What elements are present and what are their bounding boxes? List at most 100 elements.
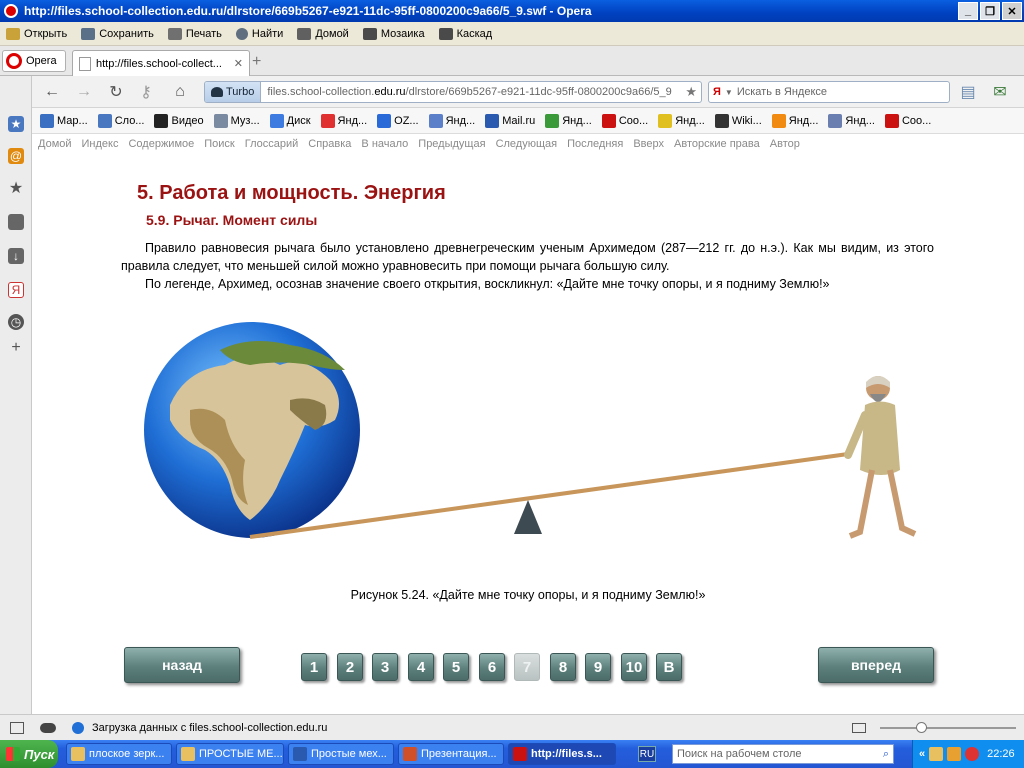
bookmark-item[interactable]: OZ... [377,113,419,128]
bookmark-favicon-icon [320,113,335,128]
taskbar-button[interactable]: http://files.s... [508,743,616,765]
mail-envelope-icon[interactable]: ✉ [990,82,1010,102]
bookmark-item[interactable]: Янд... [320,113,367,128]
add-panel-icon[interactable]: + [8,339,24,356]
page-button[interactable]: В [656,653,682,681]
opera-menu-button[interactable]: Opera [2,50,66,72]
view-icon[interactable] [852,722,866,733]
language-indicator[interactable]: RU [638,746,656,762]
page-button[interactable]: 8 [550,653,576,681]
content-nav-link[interactable]: Последняя [567,138,623,152]
search-engine-dropdown-icon[interactable]: ▼ [725,88,733,97]
open-button[interactable]: Открыть [6,27,67,40]
content-nav-link[interactable]: Содержимое [128,138,194,152]
content-nav-link[interactable]: Индекс [82,138,119,152]
downloads-icon[interactable]: ↓ [8,248,24,264]
content-nav-link[interactable]: Следующая [496,138,558,152]
tray-folder-icon[interactable] [929,747,944,761]
yandex-icon[interactable]: Я [8,282,24,298]
content-nav-link[interactable]: Домой [38,138,72,152]
panel-toggle-icon[interactable] [10,721,24,734]
bookmark-item[interactable]: Мар... [40,113,88,128]
tile-button[interactable]: Мозаика [362,27,425,40]
tab-active[interactable]: http://files.school-collect... ✕ [72,50,250,76]
page-button[interactable]: 3 [372,653,398,681]
content-nav-link[interactable]: В начало [361,138,408,152]
back-button[interactable]: назад [124,647,240,683]
taskbar-button[interactable]: плоское зерк... [66,743,172,765]
bookmark-item[interactable]: Соо... [884,113,931,128]
search-field[interactable]: Я ▼ Искать в Яндексе [708,81,950,103]
turbo-button[interactable]: Turbo [205,82,262,102]
content-nav-link[interactable]: Предыдущая [418,138,485,152]
cloud-icon[interactable] [40,722,56,733]
mail-icon[interactable]: @ [8,148,24,164]
address-field[interactable]: Turbo files.school-collection.edu.ru/dlr… [204,81,702,103]
page-button[interactable]: 7 [514,653,540,681]
back-arrow-icon[interactable]: ← [42,82,62,102]
forward-arrow-icon[interactable]: → [74,82,94,102]
desktop-search-field[interactable]: Поиск на рабочем столе ⌕ [672,744,894,764]
start-button[interactable]: Пуск [0,740,58,768]
taskbar-button[interactable]: Презентация... [398,743,504,765]
close-tab-icon[interactable]: ✕ [234,57,243,70]
bookmark-item[interactable]: Янд... [771,113,818,128]
bookmark-item[interactable]: Янд... [658,113,705,128]
close-button[interactable]: ✕ [1002,2,1022,20]
minimize-button[interactable]: _ [958,2,978,20]
bookmark-item[interactable]: Янд... [428,113,475,128]
bookmark-item[interactable]: Янд... [828,113,875,128]
taskbar-button[interactable]: ПРОСТЫЕ МЕ... [176,743,284,765]
url-text[interactable]: files.school-collection.edu.ru/dlrstore/… [261,86,671,98]
bookmark-item[interactable]: Муз... [213,113,260,128]
taskbar-button[interactable]: Простые мех... [288,743,394,765]
page-action-icon[interactable]: ▤ [958,82,978,102]
bookmark-item[interactable]: Диск [269,113,311,128]
forward-button[interactable]: вперед [818,647,934,683]
new-tab-button[interactable]: + [252,54,268,70]
maximize-button[interactable]: ❐ [980,2,1000,20]
tray-expand-button[interactable]: « [919,748,925,760]
page-button[interactable]: 9 [585,653,611,681]
bookmark-item[interactable]: Видео [154,113,204,128]
print-button[interactable]: Печать [167,27,222,40]
figure-caption: Рисунок 5.24. «Дайте мне точку опоры, и … [350,588,706,602]
bookmark-item[interactable]: Wiki... [714,113,762,128]
content-nav-link[interactable]: Глоссарий [245,138,299,152]
favorites-star-icon[interactable]: ★ [8,180,24,197]
page-button[interactable]: 1 [301,653,327,681]
cascade-button[interactable]: Каскад [438,27,492,40]
home-icon[interactable]: ⌂ [170,82,190,102]
page-button[interactable]: 6 [479,653,505,681]
notes-icon[interactable] [8,214,24,230]
content-nav-link[interactable]: Поиск [204,138,234,152]
bookmark-item[interactable]: Соо... [601,113,648,128]
content-nav-link[interactable]: Авторские права [674,138,760,152]
tray-alert-icon[interactable] [965,747,980,761]
reload-icon[interactable]: ↻ [106,82,126,102]
page-button[interactable]: 2 [337,653,363,681]
bookmark-item[interactable]: Янд... [545,113,592,128]
page-button[interactable]: 4 [408,653,434,681]
history-clock-icon[interactable]: ◷ [8,314,24,330]
yandex-search-icon[interactable]: Я [713,86,721,98]
page-button[interactable]: 5 [443,653,469,681]
save-button[interactable]: Сохранить [81,27,154,40]
bookmark-item[interactable]: Mail.ru [485,113,535,128]
bookmarks-panel-icon[interactable]: ★ [8,116,24,132]
content-nav-link[interactable]: Автор [770,138,800,152]
zoom-slider[interactable] [880,721,1016,733]
window-title-bar[interactable]: http://files.school-collection.edu.ru/dl… [0,0,1024,22]
bookmark-star-icon[interactable]: ★ [685,84,697,100]
fulcrum [514,500,542,534]
zoom-slider-thumb[interactable] [916,721,927,733]
find-button[interactable]: Найти [235,27,283,40]
page-button[interactable]: 10 [621,653,647,681]
tray-network-icon[interactable] [947,747,962,761]
home-button[interactable]: Домой [297,27,349,40]
bookmark-item[interactable]: Сло... [97,113,144,128]
search-icon[interactable]: ⌕ [883,748,889,761]
content-nav-link[interactable]: Вверх [633,138,664,152]
content-nav-link[interactable]: Справка [308,138,351,152]
key-icon[interactable]: ⚷ [136,82,156,102]
